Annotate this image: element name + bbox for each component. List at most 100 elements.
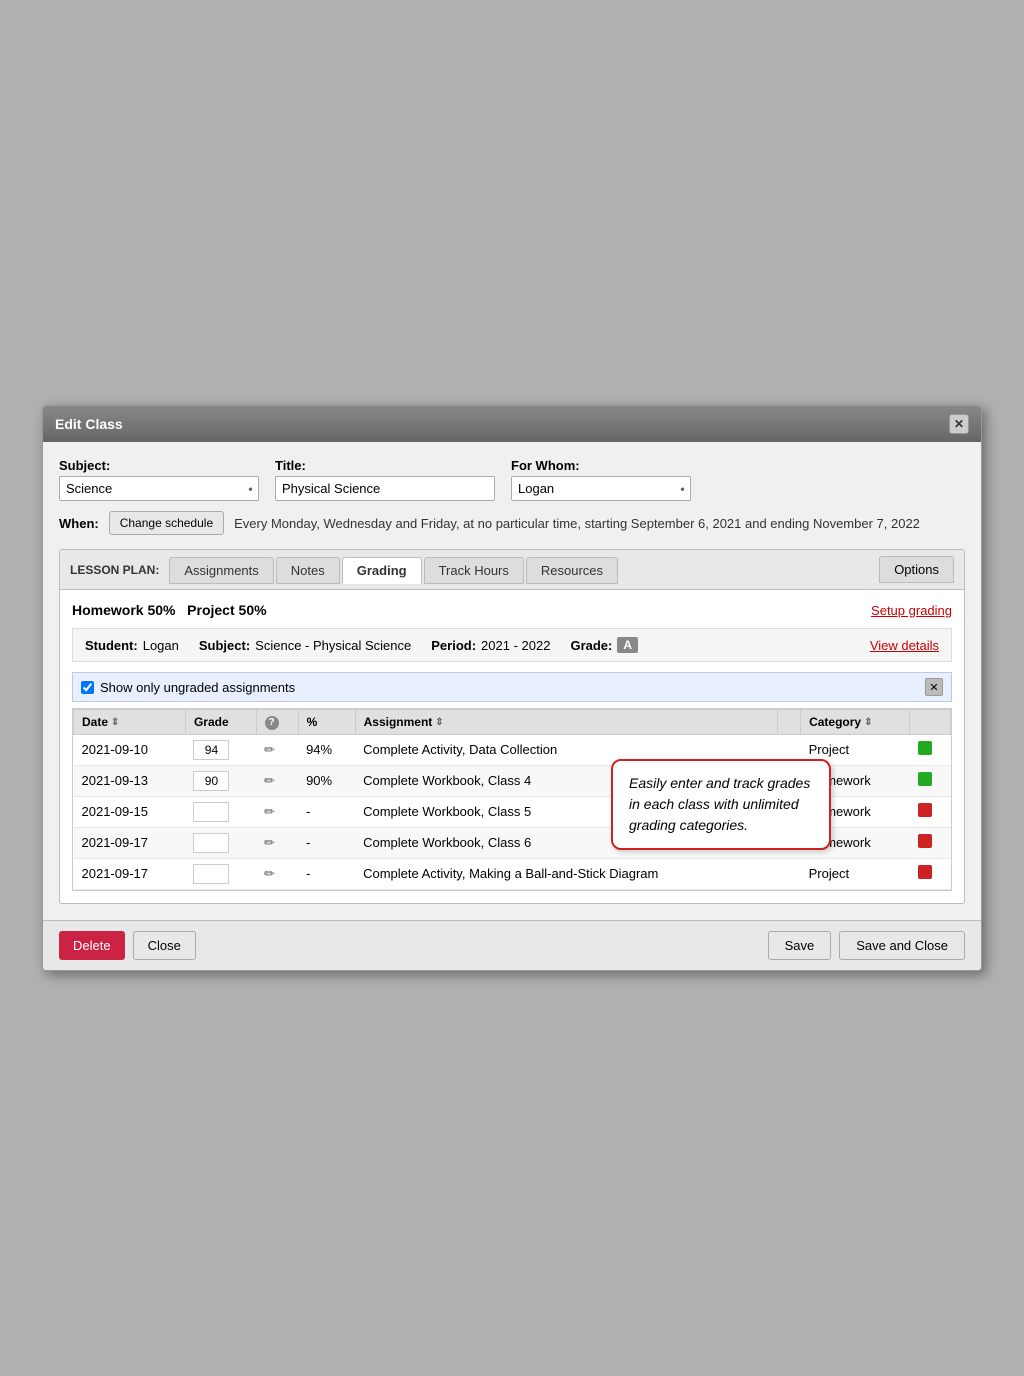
tab-track-hours[interactable]: Track Hours — [424, 557, 524, 584]
cell-percent: - — [298, 827, 355, 858]
cell-status — [910, 827, 951, 858]
subject-group: Subject: Science — [59, 458, 259, 501]
period-info-item: Period: 2021 - 2022 — [431, 638, 550, 653]
status-indicator — [918, 772, 932, 786]
cell-status — [910, 734, 951, 765]
th-question: ? — [256, 710, 298, 735]
pencil-icon[interactable]: ✏ — [264, 742, 275, 757]
filter-checkbox[interactable] — [81, 681, 94, 694]
title-group: Title: — [275, 458, 495, 501]
modal-footer: Delete Close Save Save and Close — [43, 920, 981, 970]
pencil-icon[interactable]: ✏ — [264, 773, 275, 788]
th-status — [910, 710, 951, 735]
cell-category: Project — [801, 858, 910, 889]
grade-badge: A — [617, 637, 638, 653]
th-assignment[interactable]: Assignment ⇕ — [355, 710, 777, 735]
table-row: 2021-09-17 ✏ - Complete Activity, Making… — [74, 858, 951, 889]
forwhom-label: For Whom: — [511, 458, 691, 473]
cell-grade[interactable] — [185, 858, 256, 889]
grade-label: Grade: — [570, 638, 612, 653]
filter-checkbox-label[interactable]: Show only ungraded assignments — [81, 680, 295, 695]
th-grade: Grade — [185, 710, 256, 735]
pencil-icon[interactable]: ✏ — [264, 804, 275, 819]
cell-grade[interactable] — [185, 734, 256, 765]
student-info-bar: Student: Logan Subject: Science - Physic… — [72, 628, 952, 662]
setup-grading-link[interactable]: Setup grading — [871, 603, 952, 618]
cell-pencil[interactable]: ✏ — [256, 827, 298, 858]
cell-date: 2021-09-13 — [74, 765, 186, 796]
footer-left: Delete Close — [59, 931, 196, 960]
grade-input[interactable] — [193, 833, 229, 853]
cell-grade[interactable] — [185, 827, 256, 858]
grade-input[interactable] — [193, 802, 229, 822]
tab-options[interactable]: Options — [879, 556, 954, 583]
tab-grading[interactable]: Grading — [342, 557, 422, 584]
assignments-table-container: Date ⇕ Grade ? % Assignment ⇕ — [72, 708, 952, 891]
th-date[interactable]: Date ⇕ — [74, 710, 186, 735]
title-label: Title: — [275, 458, 495, 473]
tab-notes[interactable]: Notes — [276, 557, 340, 584]
cell-percent: 90% — [298, 765, 355, 796]
pencil-icon[interactable]: ✏ — [264, 866, 275, 881]
cell-pencil[interactable]: ✏ — [256, 734, 298, 765]
tabs-header: LESSON PLAN: Assignments Notes Grading T… — [60, 550, 964, 590]
subject-info-label: Subject: — [199, 638, 250, 653]
save-close-button[interactable]: Save and Close — [839, 931, 965, 960]
footer-right: Save Save and Close — [768, 931, 965, 960]
grade-input[interactable] — [193, 864, 229, 884]
status-indicator — [918, 803, 932, 817]
grading-content: Homework 50% Project 50% Setup grading S… — [60, 590, 964, 903]
th-percent: % — [298, 710, 355, 735]
edit-class-modal: Edit Class ✕ Subject: Science Title: For… — [42, 405, 982, 971]
filter-close-button[interactable]: ✕ — [925, 678, 943, 696]
forwhom-select[interactable]: Logan — [511, 476, 691, 501]
cell-grade[interactable] — [185, 765, 256, 796]
modal-titlebar: Edit Class ✕ — [43, 406, 981, 442]
subject-select[interactable]: Science — [59, 476, 259, 501]
tooltip-box: Easily enter and track grades in each cl… — [611, 759, 831, 850]
forwhom-select-wrapper[interactable]: Logan — [511, 476, 691, 501]
modal-close-button[interactable]: ✕ — [949, 414, 969, 434]
cell-status — [910, 796, 951, 827]
subject-info-value: Science - Physical Science — [255, 638, 411, 653]
subject-label: Subject: — [59, 458, 259, 473]
forwhom-group: For Whom: Logan — [511, 458, 691, 501]
pencil-icon[interactable]: ✏ — [264, 835, 275, 850]
cell-date: 2021-09-10 — [74, 734, 186, 765]
tab-assignments[interactable]: Assignments — [169, 557, 273, 584]
form-row-1: Subject: Science Title: For Whom: Logan — [59, 458, 965, 501]
cell-date: 2021-09-15 — [74, 796, 186, 827]
status-indicator — [918, 741, 932, 755]
cell-assignment: Complete Activity, Making a Ball-and-Sti… — [355, 858, 777, 889]
cell-pencil[interactable]: ✏ — [256, 858, 298, 889]
student-name: Logan — [143, 638, 179, 653]
title-input[interactable] — [275, 476, 495, 501]
view-details-link[interactable]: View details — [870, 638, 939, 653]
cell-spacer — [778, 858, 801, 889]
cell-grade[interactable] — [185, 796, 256, 827]
tooltip-text: Easily enter and track grades in each cl… — [629, 775, 810, 833]
cell-pencil[interactable]: ✏ — [256, 796, 298, 827]
grade-info-item: Grade: A — [570, 637, 638, 653]
student-label: Student: — [85, 638, 138, 653]
when-label: When: — [59, 516, 99, 531]
filter-label-text: Show only ungraded assignments — [100, 680, 295, 695]
question-icon[interactable]: ? — [265, 716, 279, 730]
tab-resources[interactable]: Resources — [526, 557, 618, 584]
th-category[interactable]: Category ⇕ — [801, 710, 910, 735]
subject-info-item: Subject: Science - Physical Science — [199, 638, 411, 653]
grade-input[interactable] — [193, 740, 229, 760]
subject-select-wrapper[interactable]: Science — [59, 476, 259, 501]
grade-input[interactable] — [193, 771, 229, 791]
close-button[interactable]: Close — [133, 931, 196, 960]
cell-pencil[interactable]: ✏ — [256, 765, 298, 796]
when-text: Every Monday, Wednesday and Friday, at n… — [234, 516, 920, 531]
cell-date: 2021-09-17 — [74, 827, 186, 858]
lesson-plan-section: LESSON PLAN: Assignments Notes Grading T… — [59, 549, 965, 904]
filter-row: Show only ungraded assignments ✕ — [72, 672, 952, 702]
save-button[interactable]: Save — [768, 931, 832, 960]
modal-body: Subject: Science Title: For Whom: Logan … — [43, 442, 981, 920]
change-schedule-button[interactable]: Change schedule — [109, 511, 224, 535]
cell-percent: - — [298, 796, 355, 827]
delete-button[interactable]: Delete — [59, 931, 125, 960]
